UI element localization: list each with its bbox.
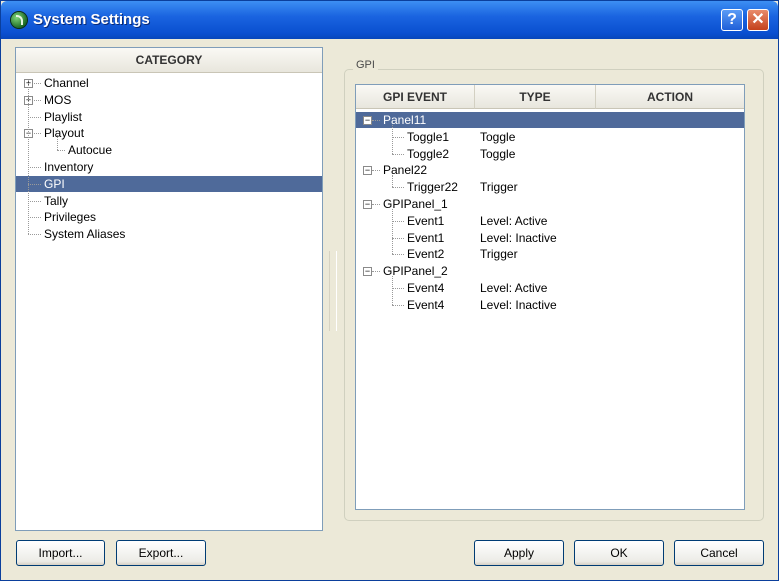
gpi-event-row[interactable]: Event2 Trigger xyxy=(356,246,744,262)
tree-connector xyxy=(392,237,404,239)
tree-connector xyxy=(28,167,41,168)
gpi-event-name: Toggle1 xyxy=(407,129,450,144)
gpi-event-name: Event1 xyxy=(407,230,445,245)
category-item-gpi[interactable]: GPI xyxy=(16,175,322,192)
category-item-playout[interactable]: Playout xyxy=(16,125,322,141)
tree-connector xyxy=(28,234,41,236)
category-item-label: Autocue xyxy=(68,143,113,158)
column-header-gpi-event[interactable]: GPI EVENT xyxy=(356,85,475,109)
gpi-event-name: Event1 xyxy=(407,213,445,228)
tree-connector xyxy=(372,271,380,273)
panel-splitter[interactable] xyxy=(329,251,337,331)
gpi-panel-row[interactable]: GPIPanel_1 xyxy=(356,196,744,212)
category-item-label: GPI xyxy=(44,176,65,191)
gpi-event-row[interactable]: Toggle2 Toggle xyxy=(356,146,744,162)
tree-connector xyxy=(28,200,41,202)
tree-branch-line xyxy=(57,135,58,151)
gpi-event-row[interactable]: Toggle1 Toggle xyxy=(356,129,744,145)
tree-connector xyxy=(28,183,41,185)
category-item-label: Inventory xyxy=(44,160,94,174)
gpi-event-name: Event2 xyxy=(407,247,445,262)
collapse-icon[interactable]: − xyxy=(363,116,372,125)
help-button[interactable]: ? xyxy=(721,9,743,31)
tree-connector xyxy=(392,304,404,306)
tree-connector xyxy=(392,153,404,155)
gpi-event-name: Event4 xyxy=(407,281,445,295)
gpi-panel-row[interactable]: Panel22 xyxy=(356,162,744,178)
gpi-event-row[interactable]: Event4 Level: Inactive xyxy=(356,297,744,313)
category-item-label: Channel xyxy=(44,76,89,90)
tree-connector xyxy=(392,254,404,256)
gpi-event-type: Toggle xyxy=(480,146,516,161)
category-item-mos[interactable]: MOS xyxy=(16,92,322,108)
import-button[interactable]: Import... xyxy=(16,540,105,566)
tree-connector xyxy=(372,120,380,121)
export-button[interactable]: Export... xyxy=(116,540,206,566)
gpi-event-row[interactable]: Event1 Level: Inactive xyxy=(356,230,744,246)
collapse-icon[interactable]: − xyxy=(363,166,372,176)
cancel-button[interactable]: Cancel xyxy=(674,540,764,566)
close-button[interactable]: ✕ xyxy=(747,9,769,31)
gpi-group-label: GPI xyxy=(353,59,378,71)
collapse-icon[interactable]: − xyxy=(363,267,372,277)
gpi-panel-row[interactable]: Panel11 xyxy=(356,112,744,128)
gpi-event-type: Trigger xyxy=(480,180,518,195)
collapse-icon[interactable]: − xyxy=(363,200,372,209)
gpi-event-type: Level: Inactive xyxy=(480,297,557,312)
tree-connector xyxy=(392,187,404,189)
tree-connector xyxy=(392,288,404,289)
category-item-tally[interactable]: Tally xyxy=(16,193,322,209)
column-header-action[interactable]: ACTION xyxy=(596,85,744,109)
gpi-event-type: Level: Active xyxy=(480,213,548,228)
tree-connector xyxy=(392,220,404,222)
column-header-type[interactable]: TYPE xyxy=(475,85,596,109)
gpi-panel-name: Panel22 xyxy=(383,163,428,178)
category-item-label: Playout xyxy=(44,126,85,141)
tree-connector xyxy=(57,150,65,152)
category-item-system-aliases[interactable]: System Aliases xyxy=(16,226,322,242)
gpi-event-type: Trigger xyxy=(480,247,518,262)
app-icon xyxy=(11,12,27,28)
apply-button[interactable]: Apply xyxy=(474,540,564,566)
category-item-channel[interactable]: Channel xyxy=(16,75,322,91)
category-item-label: System Aliases xyxy=(44,227,126,242)
tree-connector xyxy=(392,136,404,138)
tree-root-line xyxy=(28,83,29,235)
tree-connector xyxy=(372,204,380,205)
window-title: System Settings xyxy=(33,11,150,28)
tree-connector xyxy=(28,116,41,118)
gpi-event-type: Toggle xyxy=(480,129,516,144)
category-item-label: Tally xyxy=(44,193,69,208)
system-settings-window: System Settings ? ✕ CATEGORY Channel + MOS… xyxy=(0,0,779,581)
category-header: CATEGORY xyxy=(16,48,322,73)
gpi-event-name: Trigger22 xyxy=(407,180,458,195)
gpi-panel-name: Panel11 xyxy=(383,113,427,127)
category-item-privileges[interactable]: Privileges xyxy=(16,209,322,225)
title-bar[interactable]: System Settings ? ✕ xyxy=(1,1,778,39)
gpi-panel-row[interactable]: GPIPanel_2 xyxy=(356,263,744,279)
category-item-label: MOS xyxy=(44,92,72,107)
category-item-label: Privileges xyxy=(44,210,97,225)
tree-connector xyxy=(28,217,41,219)
gpi-event-name: Event4 xyxy=(407,297,445,312)
gpi-event-row[interactable]: Event1 Level: Active xyxy=(356,213,744,229)
tree-connector xyxy=(372,170,380,172)
gpi-event-type: Level: Active xyxy=(480,281,548,295)
gpi-event-type: Level: Inactive xyxy=(480,230,557,245)
gpi-event-row[interactable]: Event4 Level: Active xyxy=(356,280,744,296)
ok-button[interactable]: OK xyxy=(574,540,664,566)
gpi-event-name: Toggle2 xyxy=(407,146,450,161)
category-item-playlist[interactable]: Playlist xyxy=(16,109,322,125)
category-item-inventory[interactable]: Inventory xyxy=(16,159,322,175)
gpi-event-row[interactable]: Trigger22 Trigger xyxy=(356,179,744,195)
gpi-event-tree: GPI EVENT TYPE ACTION Panel11− Toggle1 Tog… xyxy=(355,84,745,510)
category-panel: CATEGORY Channel + MOS + Playlist Playout − Aut… xyxy=(15,47,323,531)
category-item-label: Playlist xyxy=(44,109,83,124)
